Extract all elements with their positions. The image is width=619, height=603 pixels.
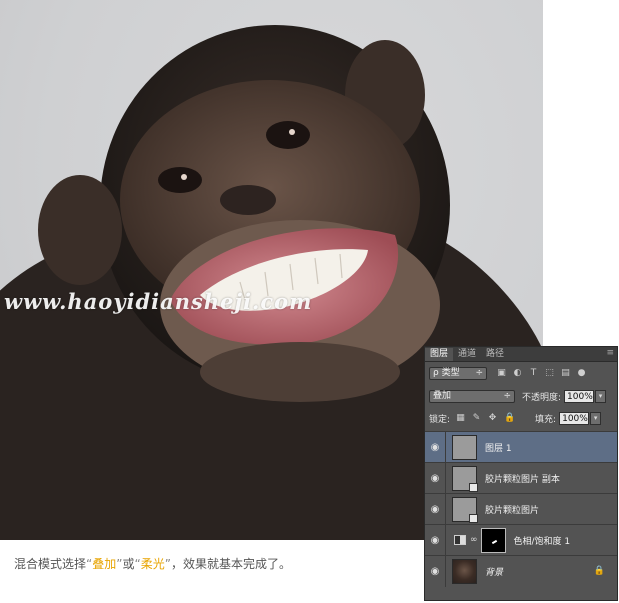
lock-position-icon[interactable]: ✥ (488, 413, 497, 423)
hue-saturation-adjustment-icon (454, 535, 466, 545)
layer-row-film-grain-copy[interactable]: ◉ 胶片颗粒图片 副本 (425, 462, 617, 494)
fill-label: 填充: (535, 414, 557, 425)
layer-separator (445, 493, 446, 525)
layer-row-layer1[interactable]: ◉ 图层 1 (425, 431, 617, 463)
caption-part3: ，效果就基本完成了。 (170, 557, 291, 571)
layer-name[interactable]: 胶片颗粒图片 (485, 503, 539, 516)
lock-label: 锁定: (429, 414, 451, 425)
tab-channels[interactable]: 通道 (453, 348, 481, 361)
blend-arrow-icon: ÷ (503, 390, 511, 401)
fill-input[interactable]: 100% (559, 411, 590, 425)
link-chain-icon[interactable]: ∞ (470, 535, 478, 545)
adjustment-filter-icon[interactable]: ◐ (513, 368, 522, 378)
lock-transparent-icon[interactable]: ▦ (456, 413, 465, 423)
layer-thumbnail (452, 496, 478, 523)
pixel-filter-icon[interactable]: ▣ (497, 368, 506, 378)
visibility-eye-icon[interactable]: ◉ (425, 442, 445, 453)
filter-arrow-icon: ÷ (475, 367, 483, 378)
layer-filter-select[interactable]: ρ 类型 ÷ (429, 366, 487, 380)
layer-thumbnail (452, 434, 477, 460)
layer-thumbnail (452, 465, 478, 492)
filter-toggle-icon[interactable]: ● (577, 368, 586, 378)
visibility-eye-icon[interactable]: ◉ (425, 535, 445, 546)
panel-menu-icon[interactable]: ≡ (606, 348, 614, 358)
filter-icons: ▣ ◐ T ⬚ ▤ ● (497, 368, 586, 378)
layer-mask-thumbnail[interactable] (480, 527, 506, 553)
lock-all-icon[interactable]: 🔒 (504, 413, 515, 423)
layer-row-background[interactable]: ◉ 背景 🔒 (425, 555, 617, 587)
layer-filter-label: ρ 类型 (433, 367, 460, 378)
lock-row: 锁定: ▦ ✎ ✥ 🔒 填充: 100% ▾ (425, 409, 617, 427)
filter-row: ρ 类型 ÷ ▣ ◐ T ⬚ ▤ ● (425, 364, 617, 382)
tab-paths[interactable]: 路径 (481, 348, 509, 361)
layer-separator (445, 555, 446, 587)
panel-tabs: 图层 通道 路径 ≡ (425, 347, 617, 362)
layer-separator (445, 462, 446, 494)
smart-object-badge-icon (469, 482, 478, 492)
opacity-dropdown-icon[interactable]: ▾ (595, 389, 607, 403)
blend-row: 叠加 ÷ 不透明度: 100% ▾ (425, 387, 617, 405)
layers-panel: 图层 通道 路径 ≡ ρ 类型 ÷ ▣ ◐ T ⬚ ▤ ● 叠加 ÷ 不透明度:… (424, 346, 618, 601)
fill-dropdown-icon[interactable]: ▾ (590, 411, 602, 425)
visibility-eye-icon[interactable]: ◉ (425, 504, 445, 515)
layer-name[interactable]: 背景 (485, 565, 503, 578)
layer-name[interactable]: 色相/饱和度 1 (514, 534, 571, 547)
opacity-label: 不透明度: (522, 392, 562, 403)
smart-object-badge-icon (469, 513, 478, 523)
visibility-eye-icon[interactable]: ◉ (425, 473, 445, 484)
lock-pixels-icon[interactable]: ✎ (472, 413, 481, 423)
blend-mode-value: 叠加 (433, 390, 452, 401)
tab-layers[interactable]: 图层 (425, 348, 454, 361)
shape-filter-icon[interactable]: ⬚ (545, 368, 554, 378)
layer-name[interactable]: 图层 1 (485, 441, 512, 454)
smart-object-filter-icon[interactable]: ▤ (561, 368, 570, 378)
caption-text: 混合模式选择“叠加”或“柔光”，效果就基本完成了。 (14, 555, 414, 572)
layer-row-hue-saturation[interactable]: ◉ ∞ 色相/饱和度 1 (425, 524, 617, 556)
type-filter-icon[interactable]: T (529, 368, 538, 378)
caption-highlight-softlight: 柔光 (140, 557, 165, 571)
layer-name[interactable]: 胶片颗粒图片 副本 (485, 472, 560, 485)
watermark-text: www.haoyidiansheji.com (4, 289, 313, 314)
opacity-input[interactable]: 100% (564, 389, 595, 403)
visibility-eye-icon[interactable]: ◉ (425, 566, 445, 577)
layers-list: ◉ 图层 1 ◉ 胶片颗粒图片 副本 ◉ 胶片颗粒图片 ◉ ∞ 色相/饱和度 1… (425, 431, 617, 587)
layer-separator (445, 524, 446, 556)
caption-part2: 或 (122, 557, 135, 571)
lock-icon: 🔒 (593, 566, 605, 576)
blend-mode-select[interactable]: 叠加 ÷ (429, 389, 515, 403)
layer-separator (445, 431, 446, 463)
layer-row-film-grain[interactable]: ◉ 胶片颗粒图片 (425, 493, 617, 525)
background-thumbnail (452, 558, 477, 584)
caption-part1: 混合模式选择 (14, 557, 87, 571)
caption-highlight-overlay: 叠加 (92, 557, 117, 571)
